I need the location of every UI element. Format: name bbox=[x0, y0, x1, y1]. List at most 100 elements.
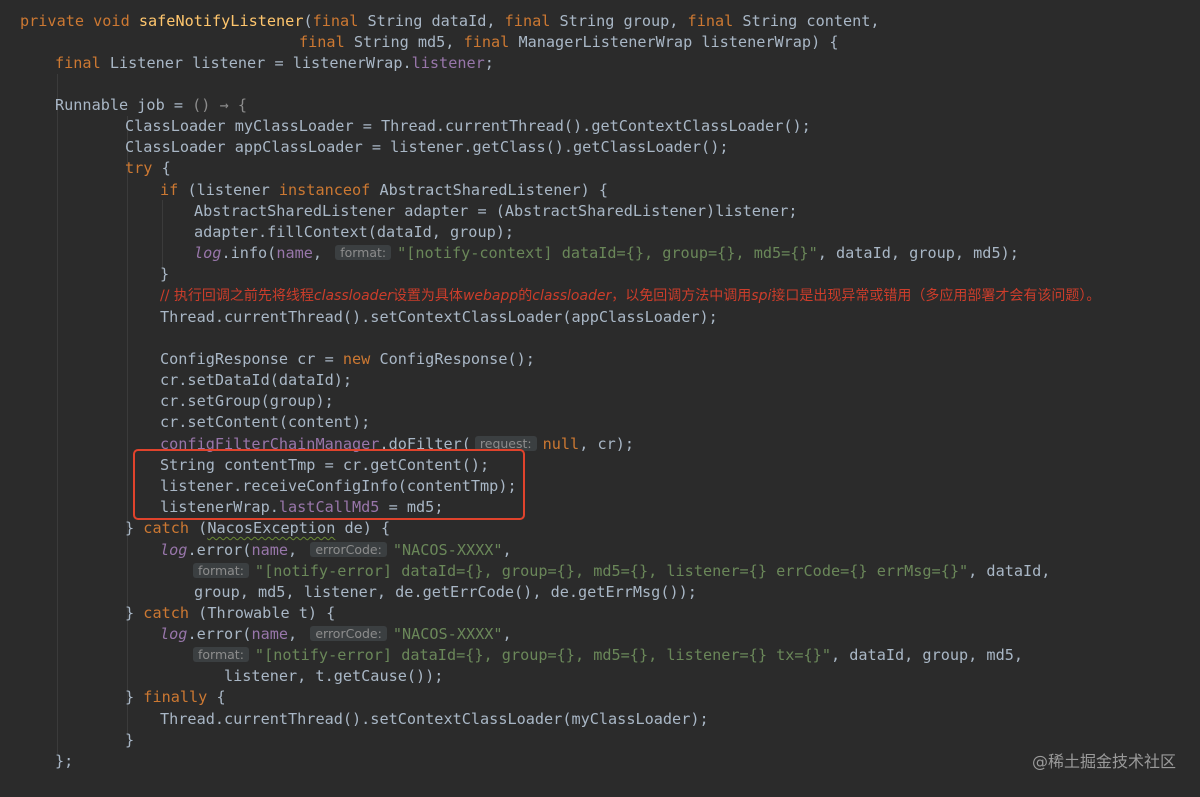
code-token: String content, bbox=[742, 12, 880, 30]
code-line: group, md5, listener, de.getErrCode(), d… bbox=[194, 583, 697, 601]
code-token: log bbox=[194, 244, 222, 262]
code-line: AbstractSharedListener adapter = (Abstra… bbox=[194, 202, 798, 220]
code-line: } bbox=[160, 265, 170, 283]
code-line: final String md5, final ManagerListenerW… bbox=[299, 32, 839, 53]
code-token: new bbox=[342, 350, 380, 368]
string-literal: "NACOS-XXXX" bbox=[392, 541, 503, 559]
code-line: if (listener instanceof AbstractSharedLi… bbox=[160, 180, 608, 201]
string-literal: "[notify-context] dataId={}, group={}, m… bbox=[397, 244, 818, 262]
code-token: final bbox=[687, 12, 743, 30]
string-literal: "[notify-error] dataId={}, group={}, md5… bbox=[254, 562, 969, 580]
code-token: , bbox=[502, 541, 512, 559]
string-literal: "[notify-error] dataId={}, group={}, md5… bbox=[254, 646, 831, 664]
code-token: , bbox=[288, 625, 307, 643]
code-line: format: "[notify-error] dataId={}, group=… bbox=[189, 561, 1050, 582]
code-token: name bbox=[276, 244, 313, 262]
code-line: log.error(name, errorCode: "NACOS-XXXX", bbox=[160, 540, 512, 561]
code-token: final bbox=[463, 33, 519, 51]
code-token: AbstractSharedListener) { bbox=[379, 181, 609, 199]
code-token: Listener listener = listenerWrap. bbox=[109, 54, 412, 72]
code-token: } bbox=[125, 604, 144, 622]
code-line: format: "[notify-error] dataId={}, group=… bbox=[189, 645, 1023, 666]
watermark: @稀土掘金技术社区 bbox=[1031, 752, 1176, 771]
code-token: (Throwable t) { bbox=[198, 604, 336, 622]
code-token: instanceof bbox=[278, 181, 380, 199]
code-token: catch bbox=[143, 604, 199, 622]
code-token: private void bbox=[20, 12, 139, 30]
code-line: listener, t.getCause()); bbox=[224, 667, 444, 685]
code-line: ConfigResponse cr = new ConfigResponse()… bbox=[160, 349, 535, 370]
code-token: ( bbox=[198, 519, 208, 537]
parameter-hint: errorCode: bbox=[310, 542, 387, 557]
code-token: .info( bbox=[221, 244, 277, 262]
code-token: ManagerListenerWrap listenerWrap) { bbox=[518, 33, 839, 51]
code-token: log bbox=[160, 541, 188, 559]
code-token: Runnable job = bbox=[55, 96, 193, 114]
code-line: try { bbox=[125, 158, 171, 179]
code-token: final bbox=[55, 54, 110, 72]
code-token: finally bbox=[143, 688, 217, 706]
code-token: de) { bbox=[335, 519, 391, 537]
code-token: name bbox=[251, 625, 289, 643]
indent-guide bbox=[162, 200, 163, 270]
code-line: cr.setDataId(dataId); bbox=[160, 371, 353, 389]
code-token: () → { bbox=[192, 96, 248, 114]
parameter-hint: format: bbox=[193, 563, 249, 578]
code-token: , cr); bbox=[579, 435, 635, 453]
code-token: , bbox=[312, 244, 332, 262]
code-line: cr.setGroup(group); bbox=[160, 392, 334, 410]
code-token: null bbox=[542, 435, 580, 453]
code-token: .error( bbox=[187, 541, 252, 559]
code-token: String md5, bbox=[353, 33, 464, 51]
code-token: final bbox=[312, 12, 368, 30]
code-token: final bbox=[504, 12, 560, 30]
code-line: ClassLoader myClassLoader = Thread.curre… bbox=[125, 117, 811, 135]
code-token: log bbox=[160, 625, 188, 643]
code-line: cr.setContent(content); bbox=[160, 413, 371, 431]
indent-guide bbox=[127, 116, 128, 736]
code-token: , dataId, group, md5); bbox=[817, 244, 1019, 262]
code-token: (listener bbox=[187, 181, 279, 199]
code-line: final Listener listener = listenerWrap.l… bbox=[55, 53, 494, 74]
code-token: } bbox=[125, 688, 144, 706]
code-token: name bbox=[251, 541, 289, 559]
code-token: try bbox=[125, 159, 162, 177]
parameter-hint: format: bbox=[193, 647, 249, 662]
code-token: if bbox=[160, 181, 188, 199]
code-line: } catch (NacosException de) { bbox=[125, 518, 390, 539]
code-token: .error( bbox=[187, 625, 252, 643]
code-token: ; bbox=[484, 54, 494, 72]
code-line: adapter.fillContext(dataId, group); bbox=[194, 223, 515, 241]
code-line: } finally { bbox=[125, 687, 226, 708]
code-line: Thread.currentThread().setContextClassLo… bbox=[160, 308, 718, 326]
code-token: , dataId, bbox=[968, 562, 1051, 580]
code-token: { bbox=[216, 688, 226, 706]
code-token: , bbox=[288, 541, 307, 559]
code-line: Thread.currentThread().setContextClassLo… bbox=[160, 710, 709, 728]
code-line: log.info(name, format: "[notify-context] … bbox=[194, 243, 1019, 264]
code-token: ConfigResponse(); bbox=[379, 350, 535, 368]
code-token: , bbox=[502, 625, 512, 643]
code-line: log.error(name, errorCode: "NACOS-XXXX", bbox=[160, 624, 512, 645]
code-token: final bbox=[299, 33, 354, 51]
highlight-box bbox=[133, 449, 525, 520]
code-token: catch bbox=[143, 519, 199, 537]
code-editor[interactable]: private void safeNotifyListener(final St… bbox=[0, 0, 1200, 797]
code-token: } bbox=[125, 519, 144, 537]
code-token: { bbox=[161, 159, 171, 177]
code-token: String dataId, bbox=[367, 12, 505, 30]
code-token: ConfigResponse cr = bbox=[160, 350, 343, 368]
code-line: } catch (Throwable t) { bbox=[125, 603, 335, 624]
code-line: private void safeNotifyListener(final St… bbox=[20, 11, 880, 32]
string-literal: "NACOS-XXXX" bbox=[392, 625, 503, 643]
code-token: , dataId, group, md5, bbox=[830, 646, 1024, 664]
code-token: ( bbox=[303, 12, 313, 30]
method-name: safeNotifyListener bbox=[138, 12, 304, 30]
code-line: } bbox=[125, 731, 135, 749]
code-comment: // 执行回调之前先将线程classloader设置为具体webapp的clas… bbox=[160, 288, 1101, 304]
indent-guide bbox=[57, 74, 58, 754]
parameter-hint: errorCode: bbox=[310, 626, 387, 641]
code-line: }; bbox=[55, 752, 74, 770]
code-token: String group, bbox=[559, 12, 688, 30]
code-line: Runnable job = () → { bbox=[55, 95, 247, 116]
